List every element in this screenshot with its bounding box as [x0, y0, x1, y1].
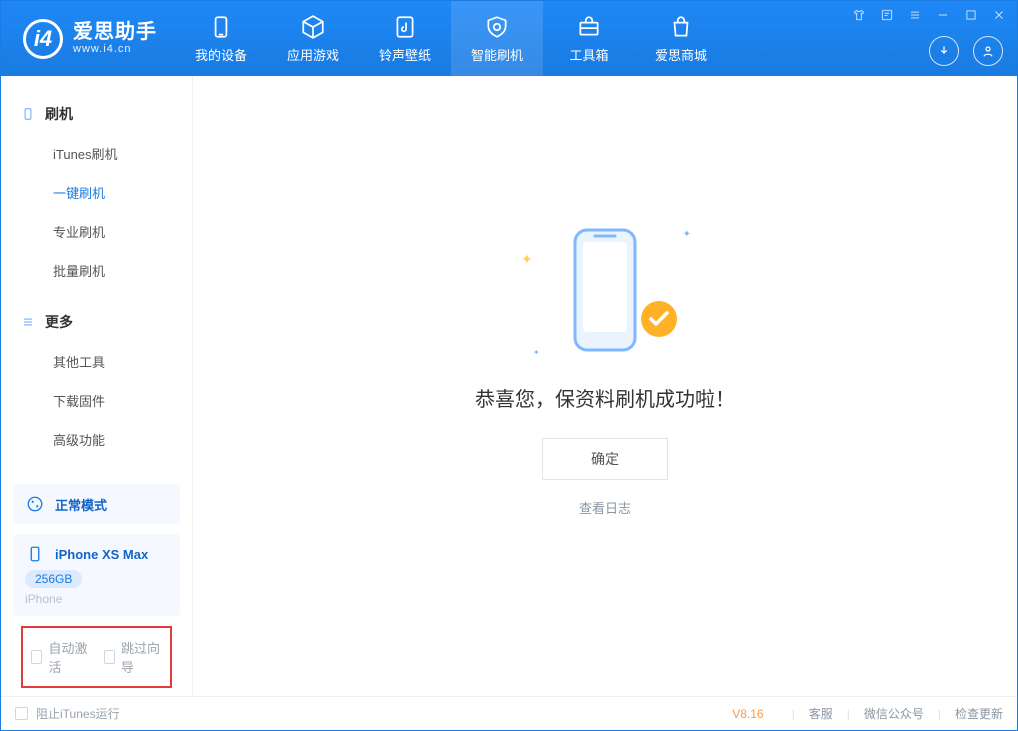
minimize-button[interactable] — [935, 7, 951, 23]
separator: | — [938, 707, 941, 721]
checkbox-label: 跳过向导 — [121, 638, 162, 676]
sidebar-group-title: 更多 — [45, 312, 73, 332]
checkbox-icon — [15, 707, 28, 720]
checkbox-auto-activate[interactable]: 自动激活 — [31, 638, 90, 676]
checkbox-icon — [31, 650, 42, 664]
toolbox-icon — [575, 13, 603, 41]
view-log-link[interactable]: 查看日志 — [579, 498, 631, 517]
footer-link-wechat[interactable]: 微信公众号 — [864, 705, 924, 722]
sidebar-item-oneclick-flash[interactable]: 一键刷机 — [1, 173, 192, 212]
window-controls — [851, 7, 1007, 23]
sidebar-item-advanced[interactable]: 高级功能 — [1, 420, 192, 459]
sidebar-group-flash: 刷机 iTunes刷机 一键刷机 专业刷机 批量刷机 — [1, 90, 192, 298]
list-icon — [21, 315, 35, 329]
shield-sync-icon — [483, 13, 511, 41]
checkbox-label: 阻止iTunes运行 — [36, 705, 120, 722]
top-nav: 我的设备 应用游戏 铃声壁纸 智能刷机 工具箱 爱思商城 — [175, 1, 727, 76]
sidebar-group-more: 更多 其他工具 下载固件 高级功能 — [1, 298, 192, 467]
nav-label: 应用游戏 — [287, 45, 339, 64]
device-card[interactable]: iPhone XS Max 256GB iPhone — [13, 534, 180, 616]
highlighted-options-box: 自动激活 跳过向导 — [21, 626, 172, 688]
bag-icon — [667, 13, 695, 41]
nav-label: 爱思商城 — [655, 45, 707, 64]
check-badge-icon — [639, 299, 679, 339]
sidebar-item-other-tools[interactable]: 其他工具 — [1, 342, 192, 381]
titlebar: i4 爱思助手 www.i4.cn 我的设备 应用游戏 铃声壁纸 智能刷机 — [1, 1, 1017, 76]
nav-apps-games[interactable]: 应用游戏 — [267, 1, 359, 76]
nav-label: 我的设备 — [195, 45, 247, 64]
checkbox-label: 自动激活 — [48, 638, 89, 676]
main-content: ✦ ✦ ✦ 恭喜您，保资料刷机成功啦！ 确定 查看日志 — [193, 76, 1017, 696]
mode-label: 正常模式 — [55, 495, 107, 514]
device-storage-badge: 256GB — [25, 570, 82, 588]
sparkle-icon: ✦ — [521, 251, 533, 268]
footer-link-update[interactable]: 检查更新 — [955, 705, 1003, 722]
title-right-actions — [929, 36, 1003, 66]
device-type: iPhone — [25, 592, 168, 606]
phone-icon — [21, 107, 35, 121]
sparkle-icon: ✦ — [683, 229, 691, 240]
menu-icon[interactable] — [907, 7, 923, 23]
ok-button[interactable]: 确定 — [542, 438, 668, 480]
nav-my-device[interactable]: 我的设备 — [175, 1, 267, 76]
sidebar-group-title: 刷机 — [45, 104, 73, 124]
music-file-icon — [391, 13, 419, 41]
checkbox-icon — [104, 650, 115, 664]
close-button[interactable] — [991, 7, 1007, 23]
status-bar: 阻止iTunes运行 V8.16 | 客服 | 微信公众号 | 检查更新 — [1, 696, 1017, 730]
version-label: V8.16 — [732, 707, 763, 721]
nav-toolbox[interactable]: 工具箱 — [543, 1, 635, 76]
sidebar-item-download-firmware[interactable]: 下载固件 — [1, 381, 192, 420]
checkbox-block-itunes[interactable]: 阻止iTunes运行 — [15, 705, 120, 722]
nav-store[interactable]: 爱思商城 — [635, 1, 727, 76]
sidebar-item-pro-flash[interactable]: 专业刷机 — [1, 212, 192, 251]
success-illustration: ✦ ✦ ✦ — [525, 215, 685, 365]
sidebar-group-header: 更多 — [1, 306, 192, 342]
nav-smart-flash[interactable]: 智能刷机 — [451, 1, 543, 76]
maximize-button[interactable] — [963, 7, 979, 23]
nav-label: 智能刷机 — [471, 45, 523, 64]
sidebar: 刷机 iTunes刷机 一键刷机 专业刷机 批量刷机 更多 其他工具 下载固件 … — [1, 76, 193, 696]
download-button[interactable] — [929, 36, 959, 66]
sparkle-icon: ✦ — [533, 348, 540, 357]
sidebar-item-batch-flash[interactable]: 批量刷机 — [1, 251, 192, 290]
sidebar-group-header: 刷机 — [1, 98, 192, 134]
separator: | — [792, 707, 795, 721]
mode-card[interactable]: 正常模式 — [13, 484, 180, 524]
app-name: 爱思助手 — [73, 21, 157, 43]
checkbox-skip-guide[interactable]: 跳过向导 — [104, 638, 163, 676]
nav-label: 工具箱 — [569, 45, 608, 64]
device-icon — [207, 13, 235, 41]
mode-icon — [25, 494, 45, 514]
device-name: iPhone XS Max — [55, 547, 148, 562]
success-message: 恭喜您，保资料刷机成功啦！ — [475, 383, 735, 412]
footer-link-service[interactable]: 客服 — [809, 705, 833, 722]
device-small-icon — [25, 544, 45, 564]
nav-ringtones-wallpapers[interactable]: 铃声壁纸 — [359, 1, 451, 76]
separator: | — [847, 707, 850, 721]
account-button[interactable] — [973, 36, 1003, 66]
logo-icon: i4 — [23, 19, 63, 59]
shirt-icon[interactable] — [851, 7, 867, 23]
app-logo: i4 爱思助手 www.i4.cn — [1, 1, 175, 76]
app-url: www.i4.cn — [73, 43, 157, 55]
sidebar-item-itunes-flash[interactable]: iTunes刷机 — [1, 134, 192, 173]
cube-icon — [299, 13, 327, 41]
feedback-icon[interactable] — [879, 7, 895, 23]
nav-label: 铃声壁纸 — [379, 45, 431, 64]
